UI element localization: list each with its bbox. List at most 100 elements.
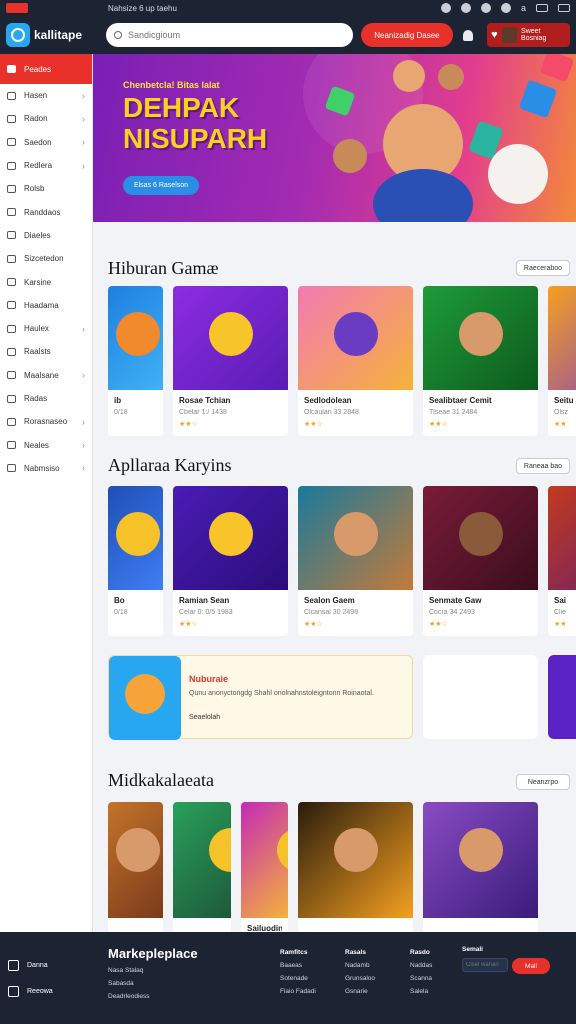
game-card[interactable]: Rosae Tchian Cbelar 1:/ 1438 ★★☆ <box>173 286 288 436</box>
footer-link[interactable]: Nasa Stalaq <box>108 964 150 977</box>
promo-card-partial[interactable] <box>548 655 576 739</box>
sidebar-item[interactable]: Hasen › <box>0 84 92 107</box>
character-art <box>116 828 160 872</box>
footer-side-label: Reeowa <box>27 988 53 995</box>
sidebar-item[interactable]: Raalsts <box>0 340 92 363</box>
brand-name: kallitape <box>34 28 83 42</box>
sidebar-item[interactable]: Radon › <box>0 107 92 130</box>
footer-link[interactable]: Gsnarie <box>345 985 375 998</box>
footer-link[interactable]: Naddas <box>410 959 432 972</box>
game-card[interactable]: Sai Clie ★★ <box>548 486 576 636</box>
footer-mail-button[interactable]: Mall <box>512 958 550 974</box>
sidebar-item[interactable]: Redlera › <box>0 154 92 177</box>
footer-link[interactable]: Salela <box>410 985 432 998</box>
footer-side-label: Danna <box>27 962 48 969</box>
footer-email-input[interactable] <box>462 958 508 972</box>
sidebar-item-icon <box>7 254 16 263</box>
sidebar-item-label: Redlera <box>24 161 53 171</box>
sidebar-item[interactable]: Nabmsiso › <box>0 457 92 480</box>
game-thumbnail <box>108 486 163 590</box>
sidebar-item[interactable]: Neales › <box>0 433 92 456</box>
game-meta: 0/18 <box>114 609 128 616</box>
game-card[interactable] <box>298 802 413 932</box>
game-meta: Celar 0: 0/5 1983 <box>179 609 233 616</box>
footer-signup-label: Semali <box>462 946 483 953</box>
sidebar-item[interactable]: Haadama <box>0 294 92 317</box>
game-card[interactable]: Senmate Gaw Cocra 34 2493 ★★☆ <box>423 486 538 636</box>
sidebar-item-label: Rorasnaseo <box>24 417 68 427</box>
sidebar-item[interactable]: Karsine <box>0 270 92 293</box>
game-name: Sedlodolean <box>304 396 352 405</box>
footer-link[interactable]: Sotenade <box>280 972 316 985</box>
see-all-button[interactable]: Raeceraboo <box>516 260 570 276</box>
search-bar[interactable] <box>106 23 353 47</box>
promo-card-empty[interactable] <box>423 655 538 739</box>
sidebar-item[interactable]: Peades <box>0 54 92 84</box>
rating-stars: ★★ <box>554 421 567 428</box>
section-title: Midkakalaeata <box>108 770 214 790</box>
sidebar-item-label: Sizcetedon <box>24 254 64 264</box>
rating-stars: ★★☆ <box>179 421 198 428</box>
promo-title: Nuburaie <box>189 674 229 684</box>
rating-stars: ★★☆ <box>304 621 323 628</box>
bell-icon[interactable] <box>463 29 474 41</box>
footer-link[interactable]: Baaeas <box>280 959 316 972</box>
footer-link[interactable]: Flaio Fadadi <box>280 985 316 998</box>
game-card[interactable] <box>423 802 538 932</box>
sidebar-item-icon <box>7 208 16 217</box>
game-card[interactable] <box>108 802 163 932</box>
chevron-right-icon: › <box>82 463 85 474</box>
game-thumbnail <box>173 802 231 918</box>
game-name: Bo <box>114 596 125 605</box>
footer-link[interactable]: Deadrleodiess <box>108 990 150 1003</box>
hero-banner[interactable]: Chenbetcla! Bitas lalat DEHPAK NISUPARH … <box>93 54 576 222</box>
game-card[interactable]: Seitu Olsz ★★ <box>548 286 576 436</box>
game-thumbnail <box>423 486 538 590</box>
promo-link[interactable]: Seaelolah <box>189 714 220 721</box>
character-art <box>209 512 253 556</box>
game-card[interactable] <box>173 802 231 932</box>
sidebar-item[interactable]: Rolsb <box>0 177 92 200</box>
brand[interactable]: kallitape <box>6 23 82 47</box>
character-art <box>209 312 253 356</box>
see-all-button[interactable]: Neanzrpo <box>516 774 570 790</box>
game-card[interactable]: Ramian Sean Celar 0: 0/5 1983 ★★☆ <box>173 486 288 636</box>
character-art <box>116 312 160 356</box>
see-all-button[interactable]: Raneaa bao <box>516 458 570 474</box>
game-card[interactable]: Sedlodolean Olcaulan 33 2848 ★★☆ <box>298 286 413 436</box>
footer-link[interactable]: Sabasda <box>108 977 150 990</box>
game-card[interactable]: ib 0/18 <box>108 286 163 436</box>
game-card[interactable]: Sailuodin Gam <box>241 802 288 932</box>
character-left <box>333 139 367 173</box>
sidebar-item[interactable]: Sizcetedon <box>0 247 92 270</box>
sidebar-item[interactable]: Rorasnaseo › <box>0 410 92 433</box>
sidebar-item[interactable]: Haulex › <box>0 317 92 340</box>
hero-button[interactable]: Elsas 6 Raselson <box>123 176 199 195</box>
sidebar-item[interactable]: Radas <box>0 387 92 410</box>
user-name: Sweet Bosniag <box>521 28 547 42</box>
game-card[interactable]: Sealon Gaem Clcansal 30 2498 ★★☆ <box>298 486 413 636</box>
sidebar-item[interactable]: Maalsane › <box>0 364 92 387</box>
sidebar-item-icon <box>7 114 16 123</box>
sidebar-item-icon <box>7 161 16 170</box>
footer-side-item[interactable]: Danna <box>8 960 48 971</box>
footer-side-item[interactable]: Reeowa <box>8 986 53 997</box>
search-input[interactable] <box>128 30 329 40</box>
game-meta: Tlseae 31 2484 <box>429 409 478 416</box>
header-cta-button[interactable]: Neanizadig Dasee <box>360 23 454 47</box>
footer-link[interactable]: Scanna <box>410 972 432 985</box>
footer-link[interactable]: Nadamb <box>345 959 375 972</box>
sidebar-item[interactable]: Saedon › <box>0 131 92 154</box>
card-row: Bo 0/18 Ramian Sean Celar 0: 0/5 1983 ★★☆ Sea… <box>108 486 576 636</box>
game-card[interactable]: Bo 0/18 <box>108 486 163 636</box>
promo-card[interactable]: Nuburaie Qunu anonyctongdg Shahl onolnah… <box>108 655 413 740</box>
section-title: Apllaraa Karyins <box>108 455 232 475</box>
sidebar-item[interactable]: Randdaos <box>0 200 92 223</box>
game-card[interactable]: Sealibtaer Cemit Tlseae 31 2484 ★★☆ <box>423 286 538 436</box>
footer-link[interactable]: Grunsaloo <box>345 972 375 985</box>
sidebar-item[interactable]: Diaeles <box>0 224 92 247</box>
sidebar-item-label: Nabmsiso <box>24 463 60 473</box>
footer-title: Markepleplace <box>108 946 198 961</box>
sidebar-item-icon <box>7 441 16 450</box>
user-menu[interactable]: ♥ Sweet Bosniag <box>487 23 570 47</box>
